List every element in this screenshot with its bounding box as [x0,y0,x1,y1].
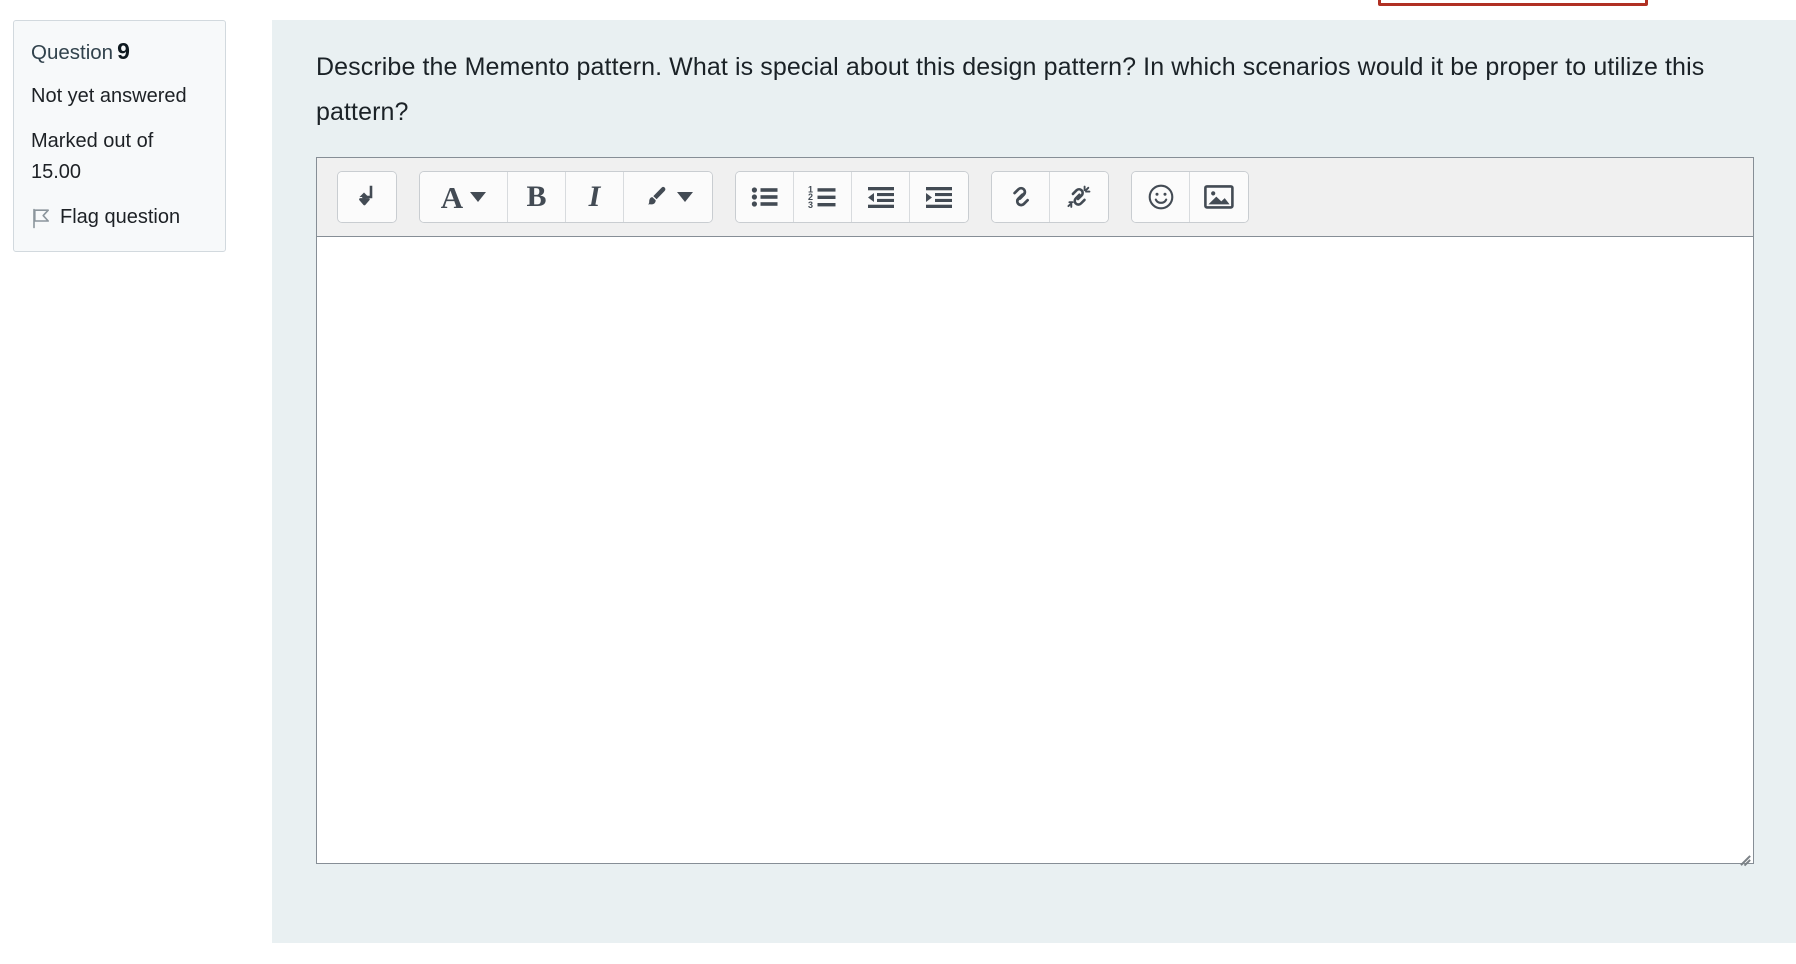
paintbrush-icon [643,184,670,211]
top-alert-box [1378,0,1648,6]
font-style-button[interactable]: A [420,172,508,222]
image-button[interactable] [1190,172,1248,222]
question-grade: Marked out of 15.00 [31,130,154,183]
question-text: Describe the Memento pattern. What is sp… [316,53,1705,126]
unlink-icon [1065,183,1093,211]
rich-text-editor: A B I 1 2 3 [316,157,1754,867]
chevron-down-icon [470,192,487,202]
indent-button[interactable] [910,172,968,222]
question-info-panel: Question 9 Not yet answered Marked out of… [13,20,226,252]
bulleted-list-icon [751,185,779,209]
image-picture-icon [1204,184,1234,210]
question-state: Not yet answered [31,85,187,107]
answer-textarea[interactable] [317,237,1753,867]
highlight-button[interactable] [624,172,712,222]
italic-button[interactable]: I [566,172,624,222]
question-label: Question [31,41,114,64]
unlink-button[interactable] [1050,172,1108,222]
quiz-question-page: Question 9 Not yet answered Marked out of… [0,0,1796,964]
indent-icon [925,186,953,209]
link-group [991,171,1109,223]
chevron-down-icon [677,192,693,202]
flag-outline-icon [31,208,51,229]
bulleted-list-button[interactable] [736,172,794,222]
question-number: 9 [117,38,130,64]
bold-button[interactable]: B [508,172,566,222]
link-button[interactable] [992,172,1050,222]
line-break-arrow-icon [355,184,379,210]
outdent-button[interactable] [852,172,910,222]
italic-I-icon: I [588,180,601,213]
numbered-list-icon: 1 2 3 [808,185,838,209]
list-group: 1 2 3 [735,171,969,223]
line-break-button[interactable] [338,172,396,222]
svg-text:3: 3 [808,200,813,209]
editor-toolbar: A B I 1 2 3 [317,158,1753,237]
question-content-panel: Describe the Memento pattern. What is sp… [272,20,1796,943]
font-style-A-icon: A [440,179,464,215]
numbered-list-button[interactable]: 1 2 3 [794,172,852,222]
style-group: A B I [419,171,713,223]
insert-group [337,171,397,223]
question-number-header: Question 9 [31,37,208,67]
smiley-face-icon [1147,183,1175,211]
resize-grip-icon[interactable] [1735,845,1751,867]
link-icon [1007,183,1035,211]
emoji-button[interactable] [1132,172,1190,222]
flag-question-toggle[interactable]: Flag question [31,202,208,233]
bold-B-icon: B [526,180,547,213]
outdent-icon [867,186,895,209]
flag-question-label: Flag question [60,206,181,228]
media-group [1131,171,1249,223]
